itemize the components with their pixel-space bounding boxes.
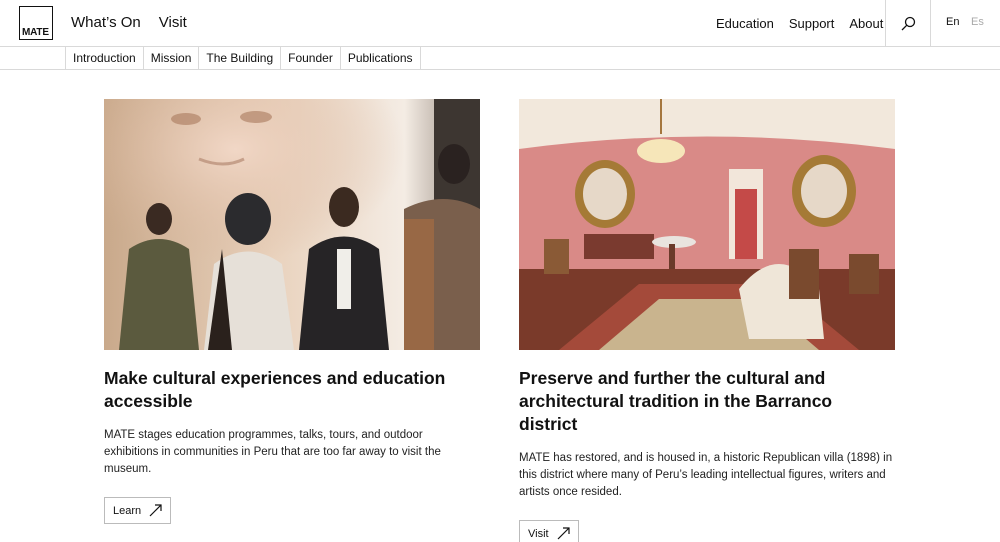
- subnav-publications[interactable]: Publications: [339, 47, 421, 70]
- learn-button[interactable]: Learn: [104, 497, 172, 524]
- nav-visit[interactable]: Visit: [159, 14, 187, 31]
- subnav-introduction[interactable]: Introduction: [65, 47, 143, 70]
- arrow-up-right-icon: [557, 527, 570, 540]
- primary-nav: What’s On Visit: [71, 14, 205, 31]
- card-title: Make cultural experiences and education …: [104, 368, 446, 411]
- nav-whats-on[interactable]: What’s On: [71, 14, 141, 31]
- logo-text: MATE: [22, 27, 49, 38]
- button-label: Visit: [528, 527, 549, 540]
- subnav-founder[interactable]: Founder: [280, 47, 340, 70]
- language-es[interactable]: Es: [971, 16, 984, 28]
- site-header: MATE What’s On Visit Education Support A…: [0, 0, 1000, 47]
- nav-education[interactable]: Education: [716, 16, 774, 31]
- villa-interior-photo: [519, 99, 895, 350]
- card-body: MATE has restored, and is housed in, a h…: [519, 452, 893, 498]
- language-en[interactable]: En: [946, 16, 959, 28]
- button-label: Learn: [113, 504, 142, 517]
- mate-logo[interactable]: MATE: [19, 6, 53, 40]
- nav-about[interactable]: About: [849, 16, 883, 31]
- museum-visitors-photo: [104, 99, 480, 350]
- sub-nav: Introduction Mission The Building Founde…: [0, 47, 1000, 70]
- subnav-the-building[interactable]: The Building: [198, 47, 280, 70]
- card-body: MATE stages education programmes, talks,…: [104, 429, 441, 475]
- subnav-mission[interactable]: Mission: [142, 47, 199, 70]
- card-title: Preserve and further the cultural and ar…: [519, 368, 833, 434]
- nav-support[interactable]: Support: [789, 16, 835, 31]
- search-button[interactable]: [885, 0, 931, 47]
- secondary-nav: Education Support About: [716, 16, 898, 31]
- visit-button[interactable]: Visit: [519, 520, 579, 542]
- arrow-up-right-icon: [149, 504, 162, 517]
- search-icon: [901, 16, 916, 30]
- heritage-card: Preserve and further the cultural and ar…: [519, 99, 895, 542]
- education-card: Make cultural experiences and education …: [104, 99, 480, 524]
